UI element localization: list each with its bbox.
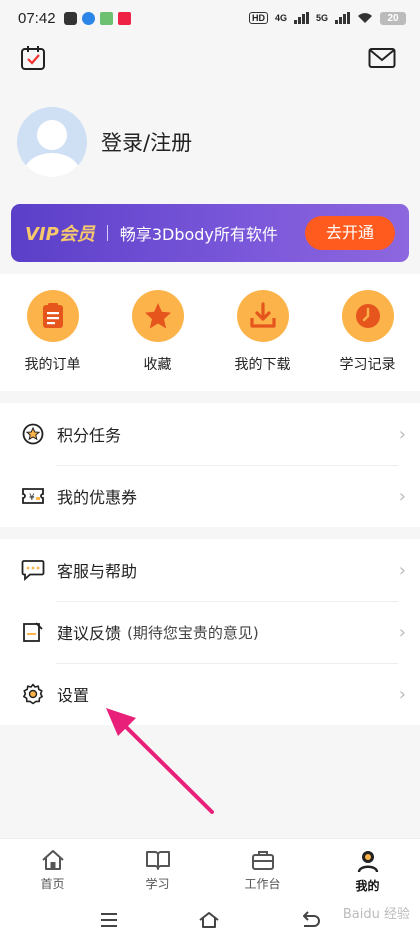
book-icon — [145, 851, 170, 870]
home-nav-icon[interactable] — [198, 911, 220, 929]
order-icon — [26, 290, 79, 342]
avatar[interactable] — [17, 107, 87, 177]
home-icon — [41, 850, 64, 870]
notification-app-icon — [99, 11, 113, 25]
menu-item-feedback[interactable]: 建议反馈 (期待您宝贵的意见) › — [0, 601, 420, 663]
vip-banner[interactable]: VIP会员 畅享3Dbody所有软件 去开通 — [11, 204, 409, 262]
vip-description: 畅享3Dbody所有软件 — [119, 225, 278, 244]
shortcut-grid: 我的订单 收藏 我的下载 学习记录 — [0, 274, 420, 391]
tab-study[interactable]: 学习 — [105, 839, 210, 900]
menu-label: 设置 — [57, 686, 90, 705]
person-icon — [357, 851, 378, 873]
tab-label: 学习 — [145, 877, 170, 891]
profile-header[interactable]: 登录/注册 — [0, 80, 420, 204]
notification-app-icon — [117, 11, 131, 25]
menu-label: 建议反馈 — [57, 624, 122, 643]
signal-icon — [335, 12, 350, 24]
notification-icons — [63, 11, 131, 25]
tab-label: 我的 — [355, 879, 380, 893]
mail-icon[interactable] — [368, 47, 396, 69]
shortcut-label: 学习记录 — [339, 357, 396, 373]
vip-divider — [106, 225, 108, 241]
clock-icon — [341, 290, 394, 342]
status-bar: 07:42 HD 4G 5G 20 — [0, 0, 420, 36]
vip-title: VIP会员 — [25, 224, 95, 245]
tab-home[interactable]: 首页 — [0, 839, 105, 900]
chevron-right-icon: › — [398, 621, 406, 643]
shortcut-label: 我的下载 — [234, 357, 291, 373]
points-icon — [21, 422, 45, 446]
network-4g-label: 4G — [274, 13, 287, 23]
watermark: Baidu 经验 — [342, 907, 410, 922]
chevron-right-icon: › — [398, 423, 406, 445]
battery-icon: 20 — [380, 11, 406, 25]
briefcase-icon — [251, 851, 274, 870]
hd-icon: HD — [248, 12, 268, 24]
tab-mine[interactable]: 我的 — [315, 839, 420, 900]
shortcut-orders[interactable]: 我的订单 — [8, 290, 98, 374]
shortcut-label: 收藏 — [143, 357, 172, 373]
menu-hint: (期待您宝贵的意见) — [127, 623, 259, 642]
shortcut-history[interactable]: 学习记录 — [323, 290, 413, 374]
login-register-link[interactable]: 登录/注册 — [101, 127, 192, 157]
chevron-right-icon: › — [398, 559, 406, 581]
menu-item-customer-service[interactable]: 客服与帮助 › — [0, 539, 420, 601]
back-icon[interactable] — [299, 911, 321, 929]
shortcut-favorites[interactable]: 收藏 — [113, 290, 203, 374]
tab-workbench[interactable]: 工作台 — [210, 839, 315, 900]
menu-group-rewards: 积分任务 › ¥ 我的优惠券 › — [0, 403, 420, 527]
menu-label: 客服与帮助 — [57, 562, 138, 581]
download-icon — [236, 290, 289, 342]
network-5g-label: 5G — [315, 13, 328, 23]
menu-item-points-tasks[interactable]: 积分任务 › — [0, 403, 420, 465]
shortcut-downloads[interactable]: 我的下载 — [218, 290, 308, 374]
chat-icon — [21, 558, 45, 582]
star-icon — [131, 290, 184, 342]
feedback-icon — [21, 620, 45, 644]
top-toolbar — [0, 36, 420, 80]
tab-label: 首页 — [40, 877, 65, 891]
chevron-right-icon: › — [398, 683, 406, 705]
vip-subscribe-button[interactable]: 去开通 — [305, 216, 395, 250]
checkin-calendar-icon[interactable] — [20, 45, 46, 71]
tab-label: 工作台 — [244, 877, 281, 891]
coupon-icon: ¥ — [21, 484, 45, 508]
shortcut-label: 我的订单 — [24, 357, 81, 373]
signal-icon — [293, 12, 309, 24]
status-time: 07:42 — [18, 9, 56, 27]
menu-label: 积分任务 — [57, 426, 122, 445]
gear-icon — [21, 682, 45, 706]
menu-icon[interactable] — [99, 912, 119, 928]
menu-item-settings[interactable]: 设置 › — [0, 663, 420, 725]
menu-item-coupons[interactable]: ¥ 我的优惠券 › — [0, 465, 420, 527]
chevron-right-icon: › — [398, 485, 406, 507]
notification-app-icon — [63, 11, 77, 25]
bottom-tab-bar: 首页 学习 工作台 我的 — [0, 838, 420, 900]
menu-label: 我的优惠券 — [57, 488, 138, 507]
menu-group-support: 客服与帮助 › 建议反馈 (期待您宝贵的意见) › 设置 › — [0, 539, 420, 725]
notification-app-icon — [81, 11, 95, 25]
wifi-icon — [358, 13, 372, 23]
svg-text:¥: ¥ — [29, 493, 35, 503]
